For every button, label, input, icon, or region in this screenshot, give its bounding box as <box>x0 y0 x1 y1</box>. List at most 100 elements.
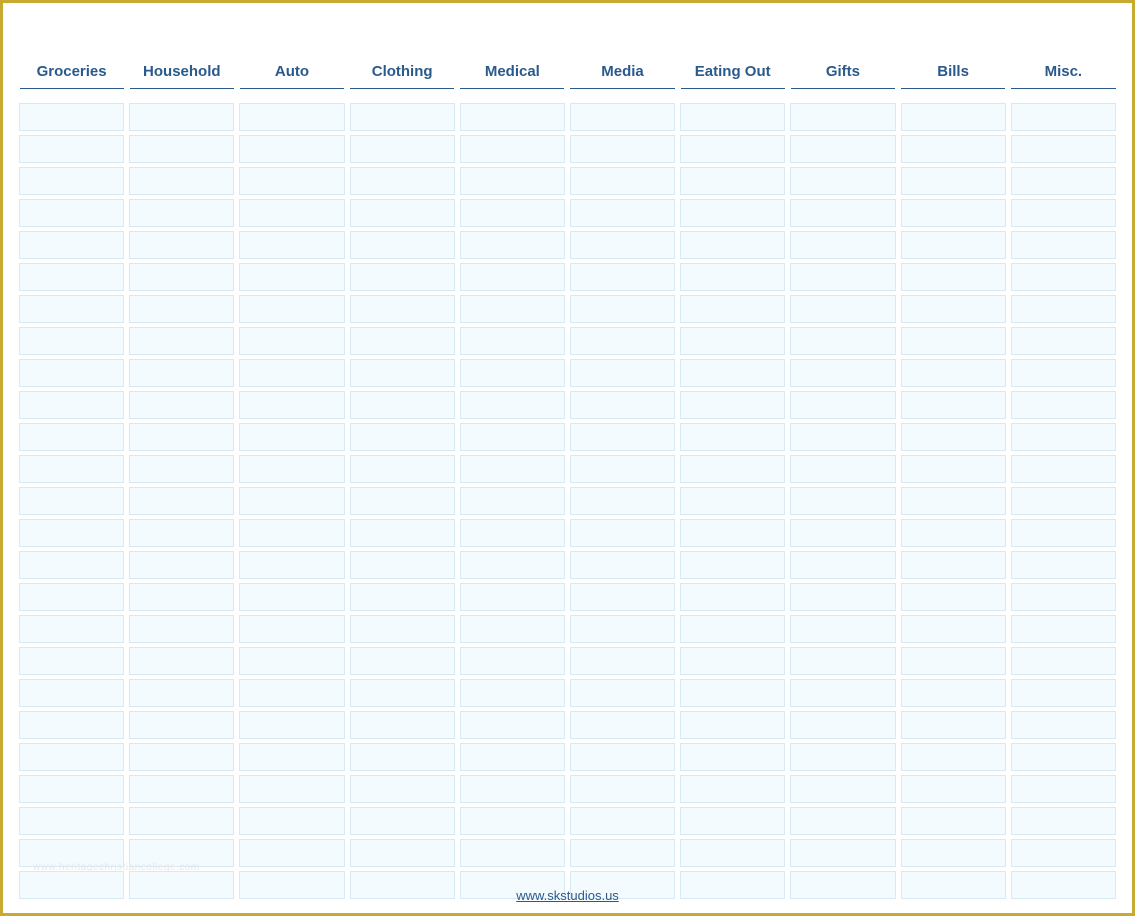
cell[interactable] <box>681 808 785 835</box>
cell[interactable] <box>460 616 564 643</box>
cell[interactable] <box>240 744 344 771</box>
cell[interactable] <box>1011 168 1115 195</box>
cell[interactable] <box>350 200 454 227</box>
cell[interactable] <box>350 360 454 387</box>
cell[interactable] <box>570 520 674 547</box>
cell[interactable] <box>1011 296 1115 323</box>
cell[interactable] <box>681 744 785 771</box>
cell[interactable] <box>130 712 234 739</box>
cell[interactable] <box>1011 424 1115 451</box>
cell[interactable] <box>460 648 564 675</box>
cell[interactable] <box>901 648 1005 675</box>
cell[interactable] <box>681 552 785 579</box>
cell[interactable] <box>20 552 124 579</box>
cell[interactable] <box>681 392 785 419</box>
cell[interactable] <box>901 232 1005 259</box>
cell[interactable] <box>570 552 674 579</box>
cell[interactable] <box>1011 232 1115 259</box>
cell[interactable] <box>130 424 234 451</box>
cell[interactable] <box>350 776 454 803</box>
cell[interactable] <box>570 648 674 675</box>
cell[interactable] <box>1011 840 1115 867</box>
cell[interactable] <box>460 680 564 707</box>
cell[interactable] <box>460 136 564 163</box>
cell[interactable] <box>240 264 344 291</box>
cell[interactable] <box>350 552 454 579</box>
cell[interactable] <box>901 456 1005 483</box>
cell[interactable] <box>791 232 895 259</box>
cell[interactable] <box>350 712 454 739</box>
cell[interactable] <box>901 104 1005 131</box>
cell[interactable] <box>240 840 344 867</box>
cell[interactable] <box>791 520 895 547</box>
cell[interactable] <box>20 392 124 419</box>
cell[interactable] <box>791 680 895 707</box>
cell[interactable] <box>20 136 124 163</box>
cell[interactable] <box>901 840 1005 867</box>
cell[interactable] <box>901 776 1005 803</box>
cell[interactable] <box>791 296 895 323</box>
cell[interactable] <box>460 232 564 259</box>
cell[interactable] <box>681 104 785 131</box>
cell[interactable] <box>901 680 1005 707</box>
cell[interactable] <box>240 328 344 355</box>
cell[interactable] <box>570 712 674 739</box>
cell[interactable] <box>791 648 895 675</box>
cell[interactable] <box>240 168 344 195</box>
cell[interactable] <box>20 328 124 355</box>
cell[interactable] <box>240 232 344 259</box>
cell[interactable] <box>1011 392 1115 419</box>
cell[interactable] <box>901 616 1005 643</box>
cell[interactable] <box>901 712 1005 739</box>
cell[interactable] <box>901 520 1005 547</box>
cell[interactable] <box>130 808 234 835</box>
cell[interactable] <box>791 808 895 835</box>
cell[interactable] <box>1011 488 1115 515</box>
cell[interactable] <box>1011 616 1115 643</box>
cell[interactable] <box>791 424 895 451</box>
cell[interactable] <box>130 520 234 547</box>
cell[interactable] <box>130 136 234 163</box>
cell[interactable] <box>350 264 454 291</box>
cell[interactable] <box>240 392 344 419</box>
cell[interactable] <box>681 456 785 483</box>
cell[interactable] <box>681 168 785 195</box>
cell[interactable] <box>20 104 124 131</box>
cell[interactable] <box>570 616 674 643</box>
cell[interactable] <box>460 296 564 323</box>
cell[interactable] <box>460 488 564 515</box>
cell[interactable] <box>1011 584 1115 611</box>
cell[interactable] <box>791 392 895 419</box>
cell[interactable] <box>1011 136 1115 163</box>
cell[interactable] <box>1011 520 1115 547</box>
cell[interactable] <box>791 488 895 515</box>
cell[interactable] <box>1011 712 1115 739</box>
cell[interactable] <box>240 680 344 707</box>
cell[interactable] <box>681 616 785 643</box>
cell[interactable] <box>130 296 234 323</box>
cell[interactable] <box>570 424 674 451</box>
cell[interactable] <box>240 648 344 675</box>
cell[interactable] <box>791 776 895 803</box>
cell[interactable] <box>130 776 234 803</box>
cell[interactable] <box>570 264 674 291</box>
cell[interactable] <box>240 200 344 227</box>
cell[interactable] <box>460 200 564 227</box>
cell[interactable] <box>20 776 124 803</box>
cell[interactable] <box>350 232 454 259</box>
cell[interactable] <box>901 744 1005 771</box>
cell[interactable] <box>681 136 785 163</box>
cell[interactable] <box>460 360 564 387</box>
cell[interactable] <box>1011 744 1115 771</box>
cell[interactable] <box>570 456 674 483</box>
cell[interactable] <box>130 232 234 259</box>
cell[interactable] <box>20 616 124 643</box>
cell[interactable] <box>791 616 895 643</box>
cell[interactable] <box>1011 328 1115 355</box>
cell[interactable] <box>1011 264 1115 291</box>
cell[interactable] <box>240 552 344 579</box>
cell[interactable] <box>570 584 674 611</box>
cell[interactable] <box>350 104 454 131</box>
cell[interactable] <box>570 776 674 803</box>
cell[interactable] <box>901 584 1005 611</box>
